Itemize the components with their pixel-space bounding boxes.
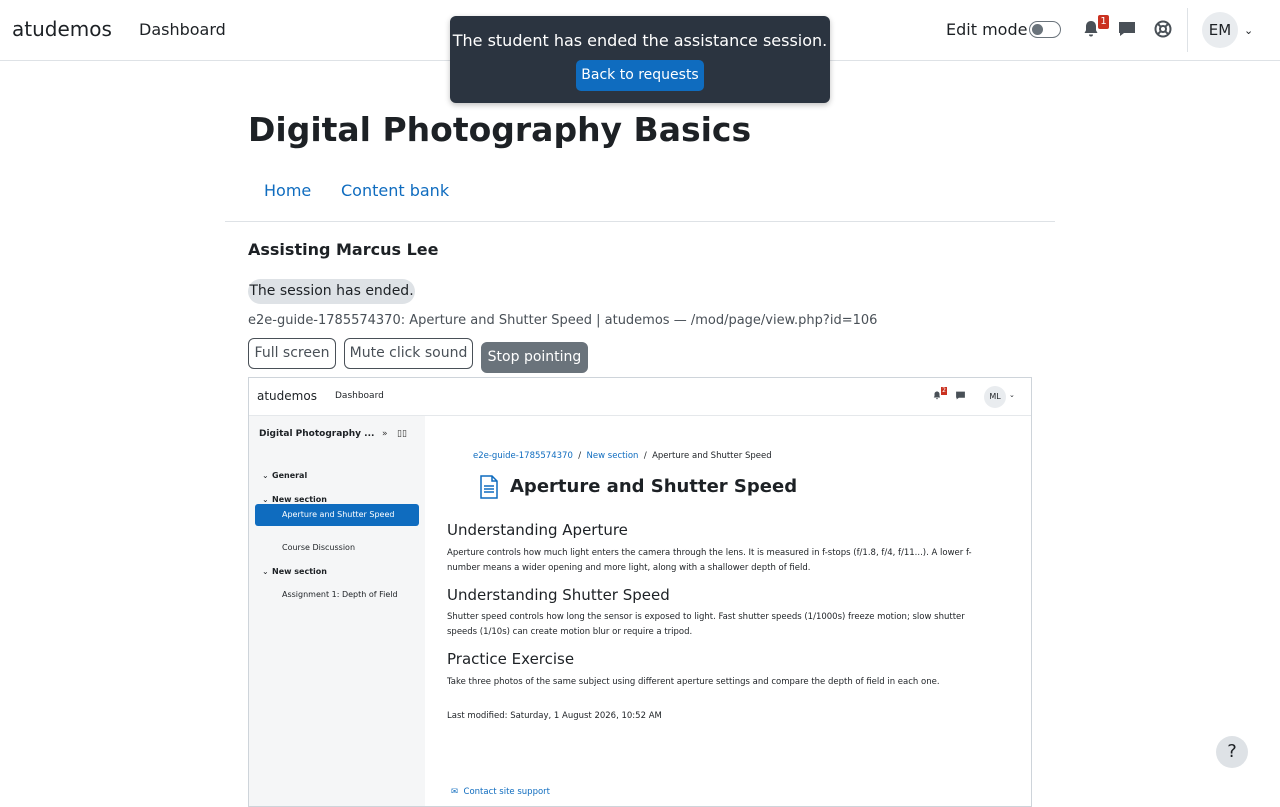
student-index-item: Assignment 1: Depth of Field: [282, 590, 398, 599]
back-to-requests-button[interactable]: Back to requests: [576, 60, 704, 91]
last-modified-text: Last modified: Saturday, 1 August 2026, …: [447, 711, 662, 721]
tab-content-bank[interactable]: Content bank: [341, 181, 449, 200]
student-screen-frame[interactable]: atudemos Dashboard 2 ML ⌄ Digital Photog…: [248, 377, 1032, 807]
content-paragraph: Shutter speed controls how long the sens…: [447, 612, 965, 637]
student-dashboard-link: Dashboard: [335, 391, 384, 401]
stop-pointing-button[interactable]: Stop pointing: [481, 342, 588, 373]
student-section-new-1: ⌄ New section: [262, 495, 327, 504]
toggle-knob: [1032, 24, 1043, 35]
help-lifebuoy-icon[interactable]: [1153, 19, 1173, 39]
edit-mode-label: Edit mode: [946, 20, 1028, 39]
session-info-text: e2e-guide-1785574370: Aperture and Shutt…: [248, 313, 878, 328]
content-heading: Understanding Shutter Speed: [447, 586, 670, 604]
user-avatar[interactable]: EM: [1202, 12, 1238, 48]
content-paragraph: Aperture controls how much light enters …: [447, 548, 972, 573]
student-section-general: ⌄ General: [262, 471, 308, 480]
student-notification-badge: 2: [941, 387, 947, 395]
navbar-divider: [1187, 8, 1188, 52]
site-brand[interactable]: atudemos: [12, 17, 112, 41]
full-screen-button[interactable]: Full screen: [248, 338, 336, 369]
nav-dashboard-link[interactable]: Dashboard: [139, 20, 226, 39]
contact-support-link: ✉ Contact site support: [451, 787, 550, 797]
breadcrumb-course: e2e-guide-1785574370: [473, 451, 573, 461]
student-course-name: Digital Photography ...: [259, 429, 375, 439]
student-section-new-2: ⌄ New section: [262, 567, 327, 576]
chevron-down-icon: ⌄: [262, 495, 269, 504]
content-heading: Practice Exercise: [447, 650, 575, 668]
student-avatar: ML: [984, 386, 1006, 408]
drawer-toggle-icon: ▯▯: [397, 429, 407, 439]
session-status-badge: The session has ended.: [248, 279, 415, 304]
page-document-icon: [480, 475, 498, 499]
help-button[interactable]: ?: [1216, 736, 1248, 768]
collapse-all-icon: »: [382, 429, 388, 439]
student-breadcrumb: e2e-guide-1785574370 / New section / Ape…: [473, 451, 772, 461]
content-paragraph: Take three photos of the same subject us…: [447, 677, 940, 687]
toast-message: The student has ended the assistance ses…: [452, 31, 828, 50]
student-site-brand: atudemos: [257, 389, 317, 403]
edit-mode-toggle[interactable]: [1029, 21, 1061, 38]
mute-click-sound-button[interactable]: Mute click sound: [344, 338, 473, 369]
notification-badge: 1: [1098, 15, 1109, 29]
section-divider: [225, 221, 1055, 222]
chevron-down-icon: ⌄: [262, 567, 269, 576]
student-navbar: atudemos Dashboard 2 ML ⌄: [249, 378, 1031, 416]
student-course-index: Digital Photography ... » ▯▯ ⌄ General ⌄ N…: [249, 416, 425, 806]
breadcrumb-section: New section: [586, 451, 639, 461]
tab-home[interactable]: Home: [264, 181, 311, 200]
session-ended-toast: The student has ended the assistance ses…: [450, 16, 830, 103]
content-heading: Understanding Aperture: [447, 521, 628, 539]
page-title: Digital Photography Basics: [248, 110, 752, 149]
breadcrumb-current: Aperture and Shutter Speed: [652, 451, 772, 461]
student-index-item-active: Aperture and Shutter Speed: [255, 504, 419, 526]
chevron-down-icon[interactable]: ⌄: [1244, 24, 1253, 37]
student-page-title: Aperture and Shutter Speed: [510, 476, 798, 497]
student-chevron-down-icon: ⌄: [1009, 391, 1015, 399]
assisting-heading: Assisting Marcus Lee: [248, 240, 439, 259]
chat-icon[interactable]: [1117, 19, 1137, 39]
student-chat-icon: [956, 391, 965, 400]
student-index-item: Course Discussion: [282, 543, 356, 552]
chevron-down-icon: ⌄: [262, 471, 269, 480]
